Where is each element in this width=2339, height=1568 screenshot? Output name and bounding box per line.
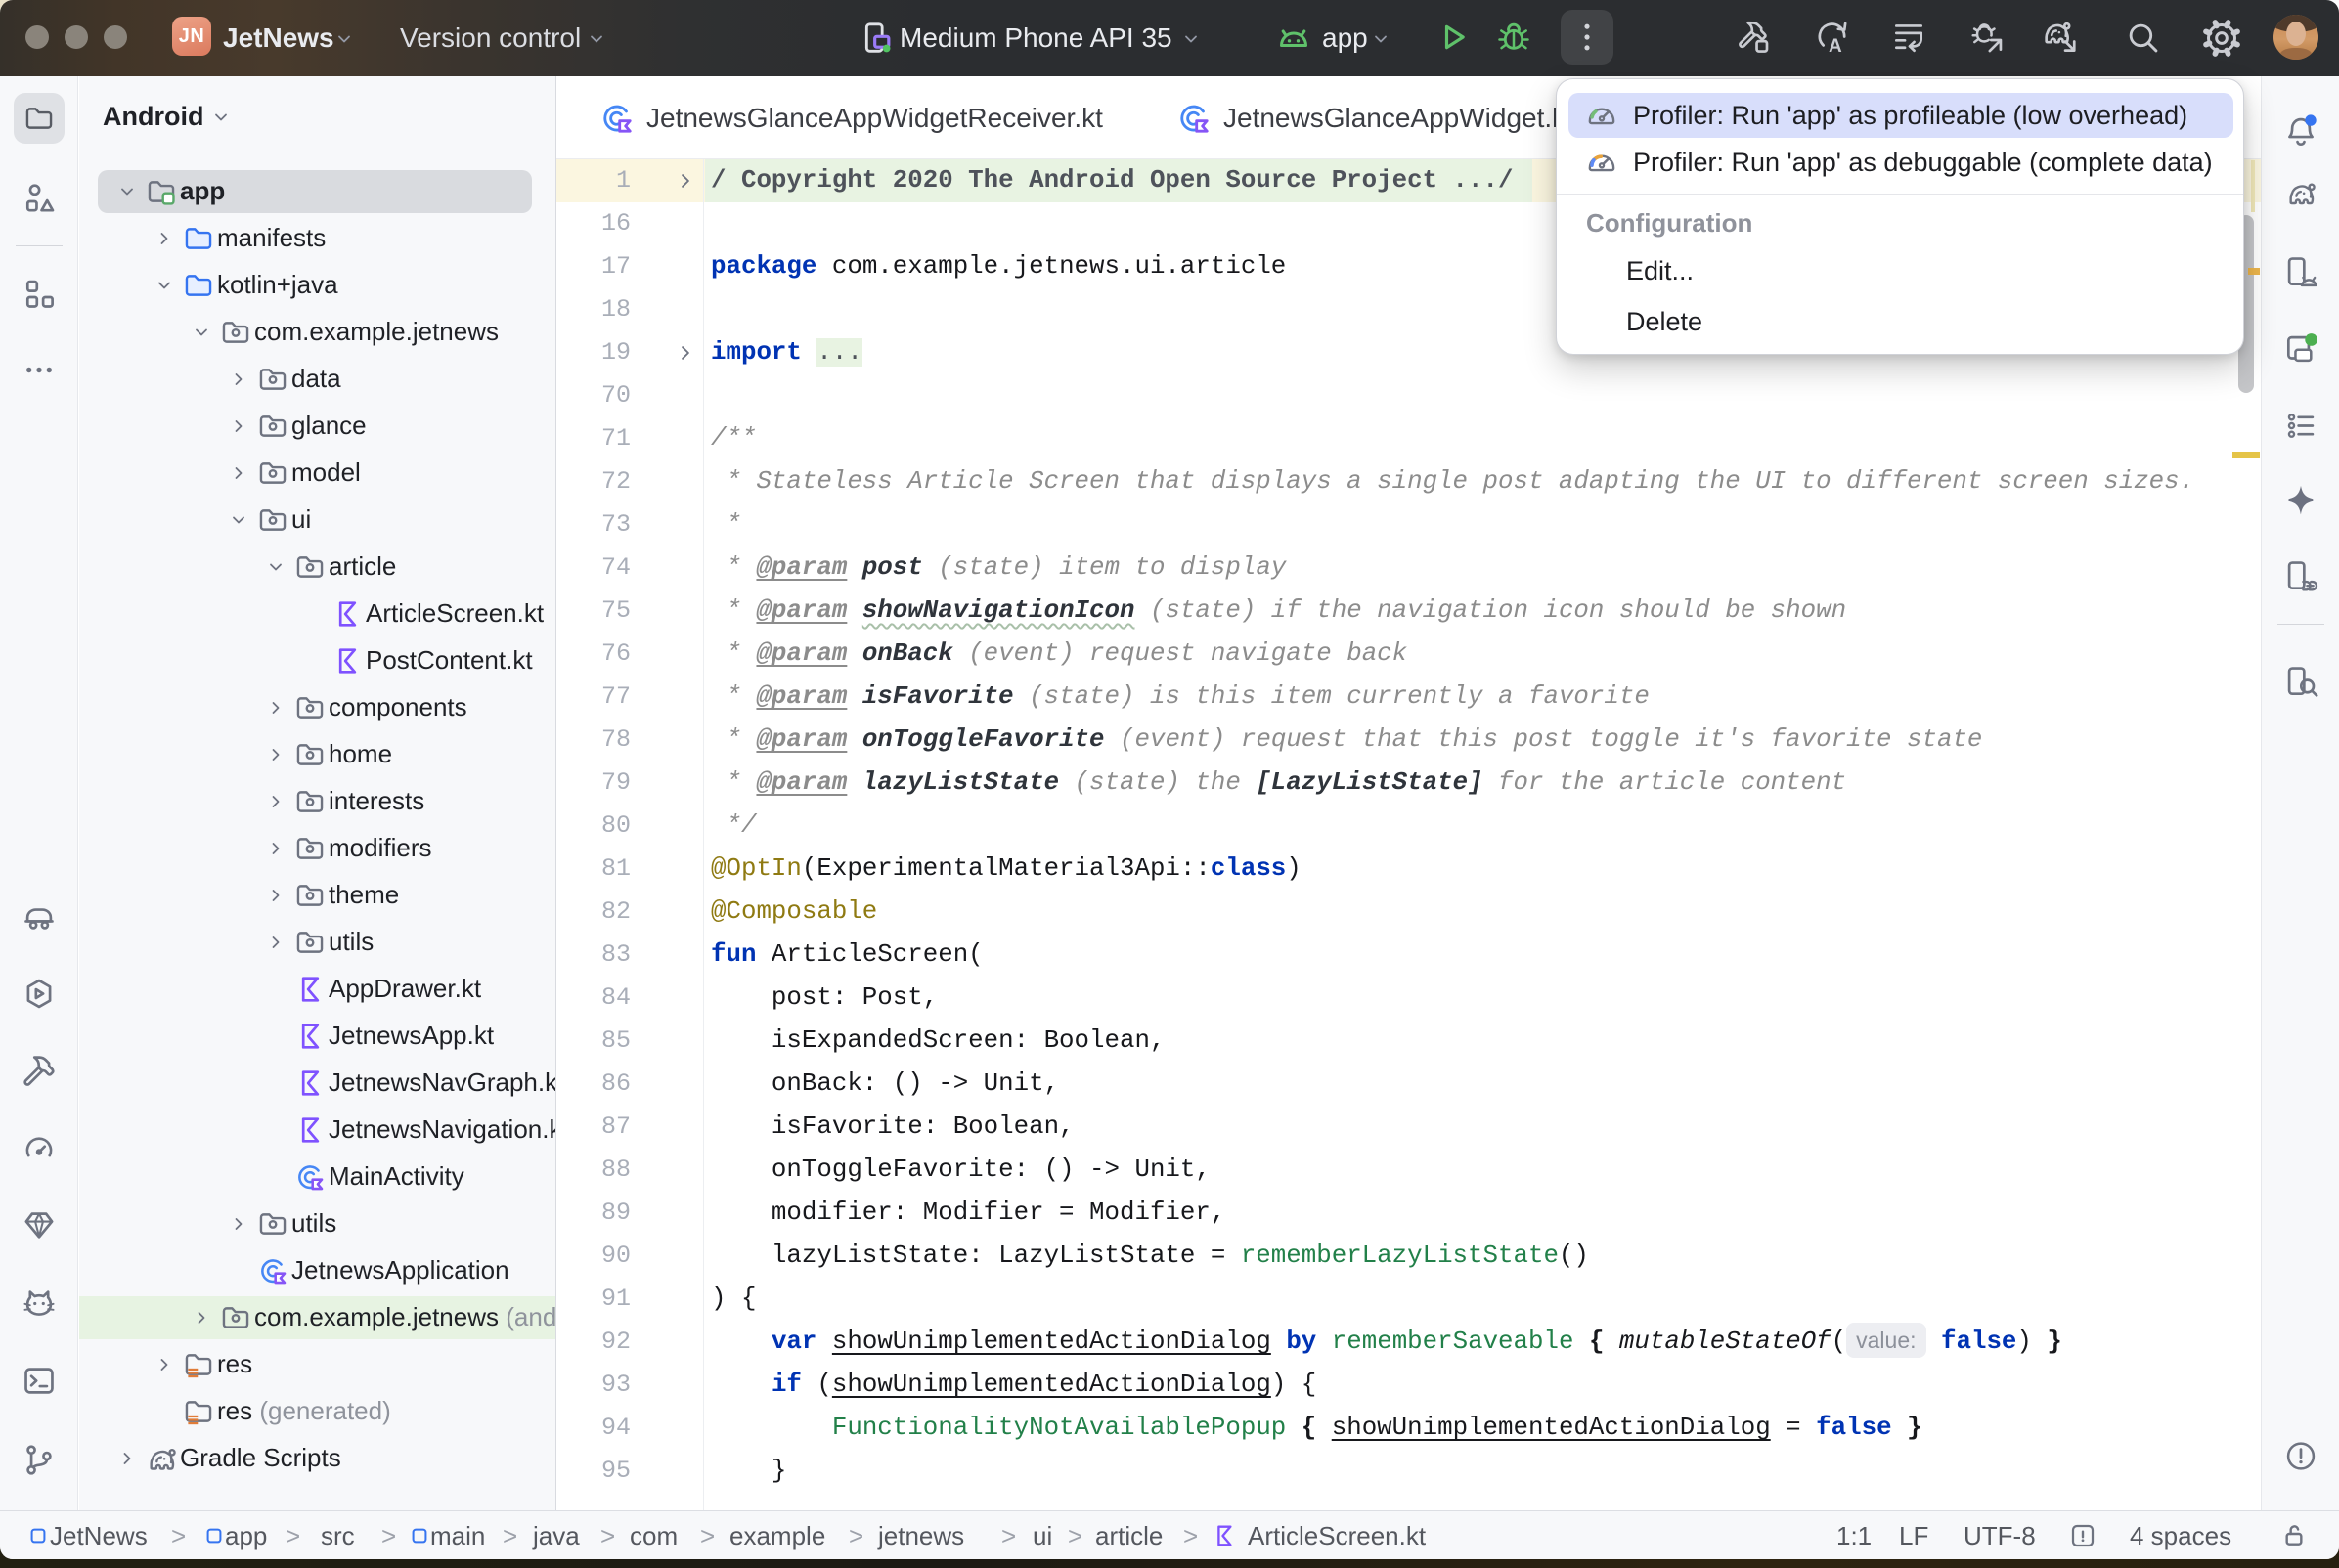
svg-text:A: A [1829,36,1842,56]
